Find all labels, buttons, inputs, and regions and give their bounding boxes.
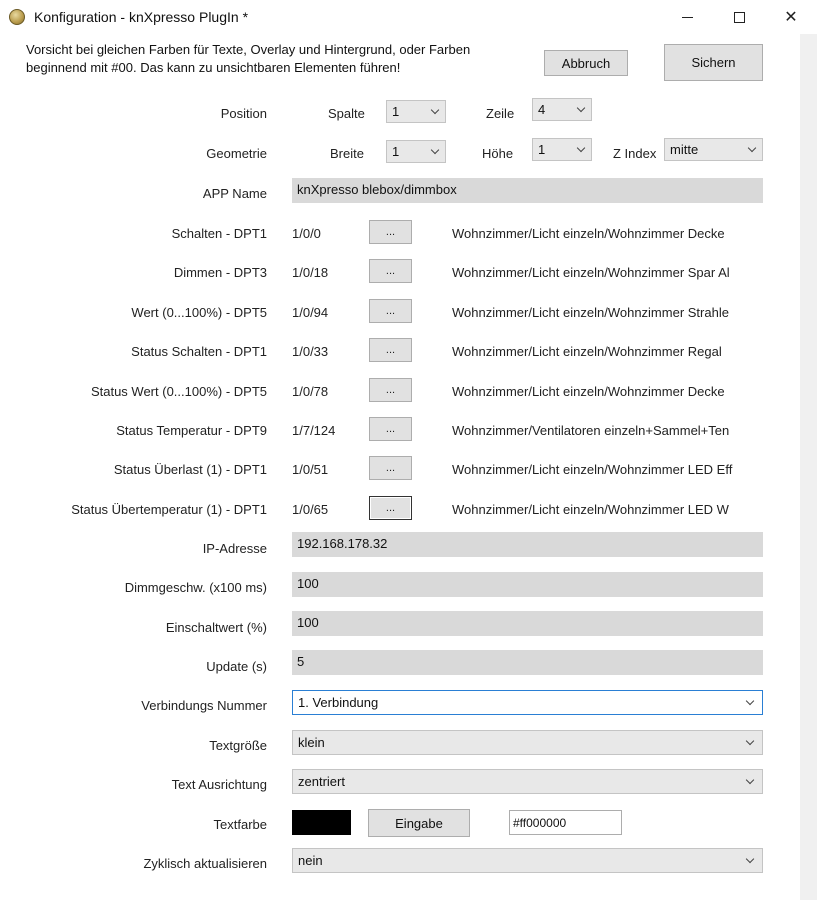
scrollbar-track[interactable] [800,34,817,900]
chevron-down-icon [745,854,755,863]
chevron-down-icon [745,696,755,705]
ga-name: Wohnzimmer/Licht einzeln/Wohnzimmer LED … [452,462,733,477]
zyklisch-select[interactable]: nein [292,848,763,873]
ga-label: Schalten - DPT1 [171,226,267,241]
ga-select-button[interactable]: ... [369,259,412,283]
verbindung-select[interactable]: 1. Verbindung [292,690,763,715]
ausrichtung-label: Text Ausrichtung [171,777,267,792]
eingabe-button[interactable]: Eingabe [368,809,470,837]
ga-name: Wohnzimmer/Ventilatoren einzeln+Sammel+T… [452,423,730,438]
minimize-button[interactable] [660,0,714,34]
textgroesse-select[interactable]: klein [292,730,763,755]
einschaltwert-label: Einschaltwert (%) [165,620,267,635]
ga-select-button[interactable]: ... [369,456,412,480]
title-bar: Konfiguration - knXpresso PlugIn * ✕ [0,0,817,34]
dimmgeschw-input[interactable]: 100 [292,572,763,597]
ga-select-button[interactable]: ... [369,496,412,520]
textfarbe-label: Textfarbe [213,817,267,832]
spalte-select[interactable]: 1 [386,100,446,123]
spalte-label: Spalte [328,106,365,121]
zindex-label: Z Index [613,146,657,161]
zindex-select[interactable]: mitte [664,138,763,161]
ga-address: 1/0/78 [292,384,329,399]
minimize-icon [681,16,693,18]
ga-address: 1/0/51 [292,462,329,477]
app-icon [9,9,25,25]
app-name-input[interactable]: knXpresso blebox/dimmbox [292,178,763,203]
update-label: Update (s) [206,659,267,674]
chevron-down-icon [745,736,755,745]
einschaltwert-input[interactable]: 100 [292,611,763,636]
ga-address: 1/0/94 [292,305,329,320]
warning-text: Vorsicht bei gleichen Farben für Texte, … [26,42,471,75]
hoehe-label: Höhe [482,146,514,161]
window-title: Konfiguration - knXpresso PlugIn * [34,9,249,25]
hoehe-select[interactable]: 1 [532,138,592,161]
maximize-button[interactable] [712,0,766,34]
ga-label: Status Wert (0...100%) - DPT5 [90,384,267,399]
zeile-label: Zeile [486,106,515,121]
ga-label: Status Überlast (1) - DPT1 [113,462,267,477]
chevron-down-icon [430,105,440,114]
ga-name: Wohnzimmer/Licht einzeln/Wohnzimmer LED … [452,502,729,517]
ga-address: 1/0/0 [292,226,321,241]
save-button[interactable]: Sichern [664,44,763,81]
ausrichtung-select[interactable]: zentriert [292,769,763,794]
cancel-button[interactable]: Abbruch [544,50,628,76]
textgroesse-label: Textgröße [209,738,267,753]
ga-address: 1/0/65 [292,502,329,517]
chevron-down-icon [430,145,440,154]
verbindung-label: Verbindungs Nummer [141,698,267,713]
chevron-down-icon [576,143,586,152]
ga-address: 1/7/124 [292,423,336,438]
ga-select-button[interactable]: ... [369,417,412,441]
color-swatch [292,810,351,835]
geometrie-label: Geometrie [206,146,267,161]
zeile-select[interactable]: 4 [532,98,592,121]
ga-select-button[interactable]: ... [369,378,412,402]
ga-label: Status Temperatur - DPT9 [116,423,267,438]
close-icon: ✕ [784,9,798,26]
ga-select-button[interactable]: ... [369,299,412,323]
ga-select-button[interactable]: ... [369,220,412,244]
chevron-down-icon [745,775,755,784]
ga-label: Dimmen - DPT3 [173,265,267,280]
close-button[interactable]: ✕ [764,0,817,34]
ga-label: Wert (0...100%) - DPT5 [131,305,267,320]
position-label: Position [220,106,267,121]
ga-name: Wohnzimmer/Licht einzeln/Wohnzimmer Spar… [452,265,730,280]
breite-label: Breite [330,146,364,161]
zyklisch-label: Zyklisch aktualisieren [143,856,267,871]
ga-name: Wohnzimmer/Licht einzeln/Wohnzimmer Deck… [452,384,725,399]
ga-label: Status Übertemperatur (1) - DPT1 [71,502,267,517]
maximize-icon [733,11,745,23]
color-hex-input[interactable]: #ff000000 [509,810,622,835]
ga-address: 1/0/33 [292,344,329,359]
ga-address: 1/0/18 [292,265,329,280]
ip-input[interactable]: 192.168.178.32 [292,532,763,557]
chevron-down-icon [576,103,586,112]
ga-select-button[interactable]: ... [369,338,412,362]
ga-name: Wohnzimmer/Licht einzeln/Wohnzimmer Stra… [452,305,729,320]
ga-name: Wohnzimmer/Licht einzeln/Wohnzimmer Deck… [452,226,725,241]
ip-label: IP-Adresse [202,541,267,556]
dimmgeschw-label: Dimmgeschw. (x100 ms) [124,580,267,595]
breite-select[interactable]: 1 [386,140,446,163]
ga-label: Status Schalten - DPT1 [131,344,267,359]
update-input[interactable]: 5 [292,650,763,675]
app-name-label: APP Name [202,186,267,201]
ga-name: Wohnzimmer/Licht einzeln/Wohnzimmer Rega… [452,344,722,359]
chevron-down-icon [747,143,757,152]
